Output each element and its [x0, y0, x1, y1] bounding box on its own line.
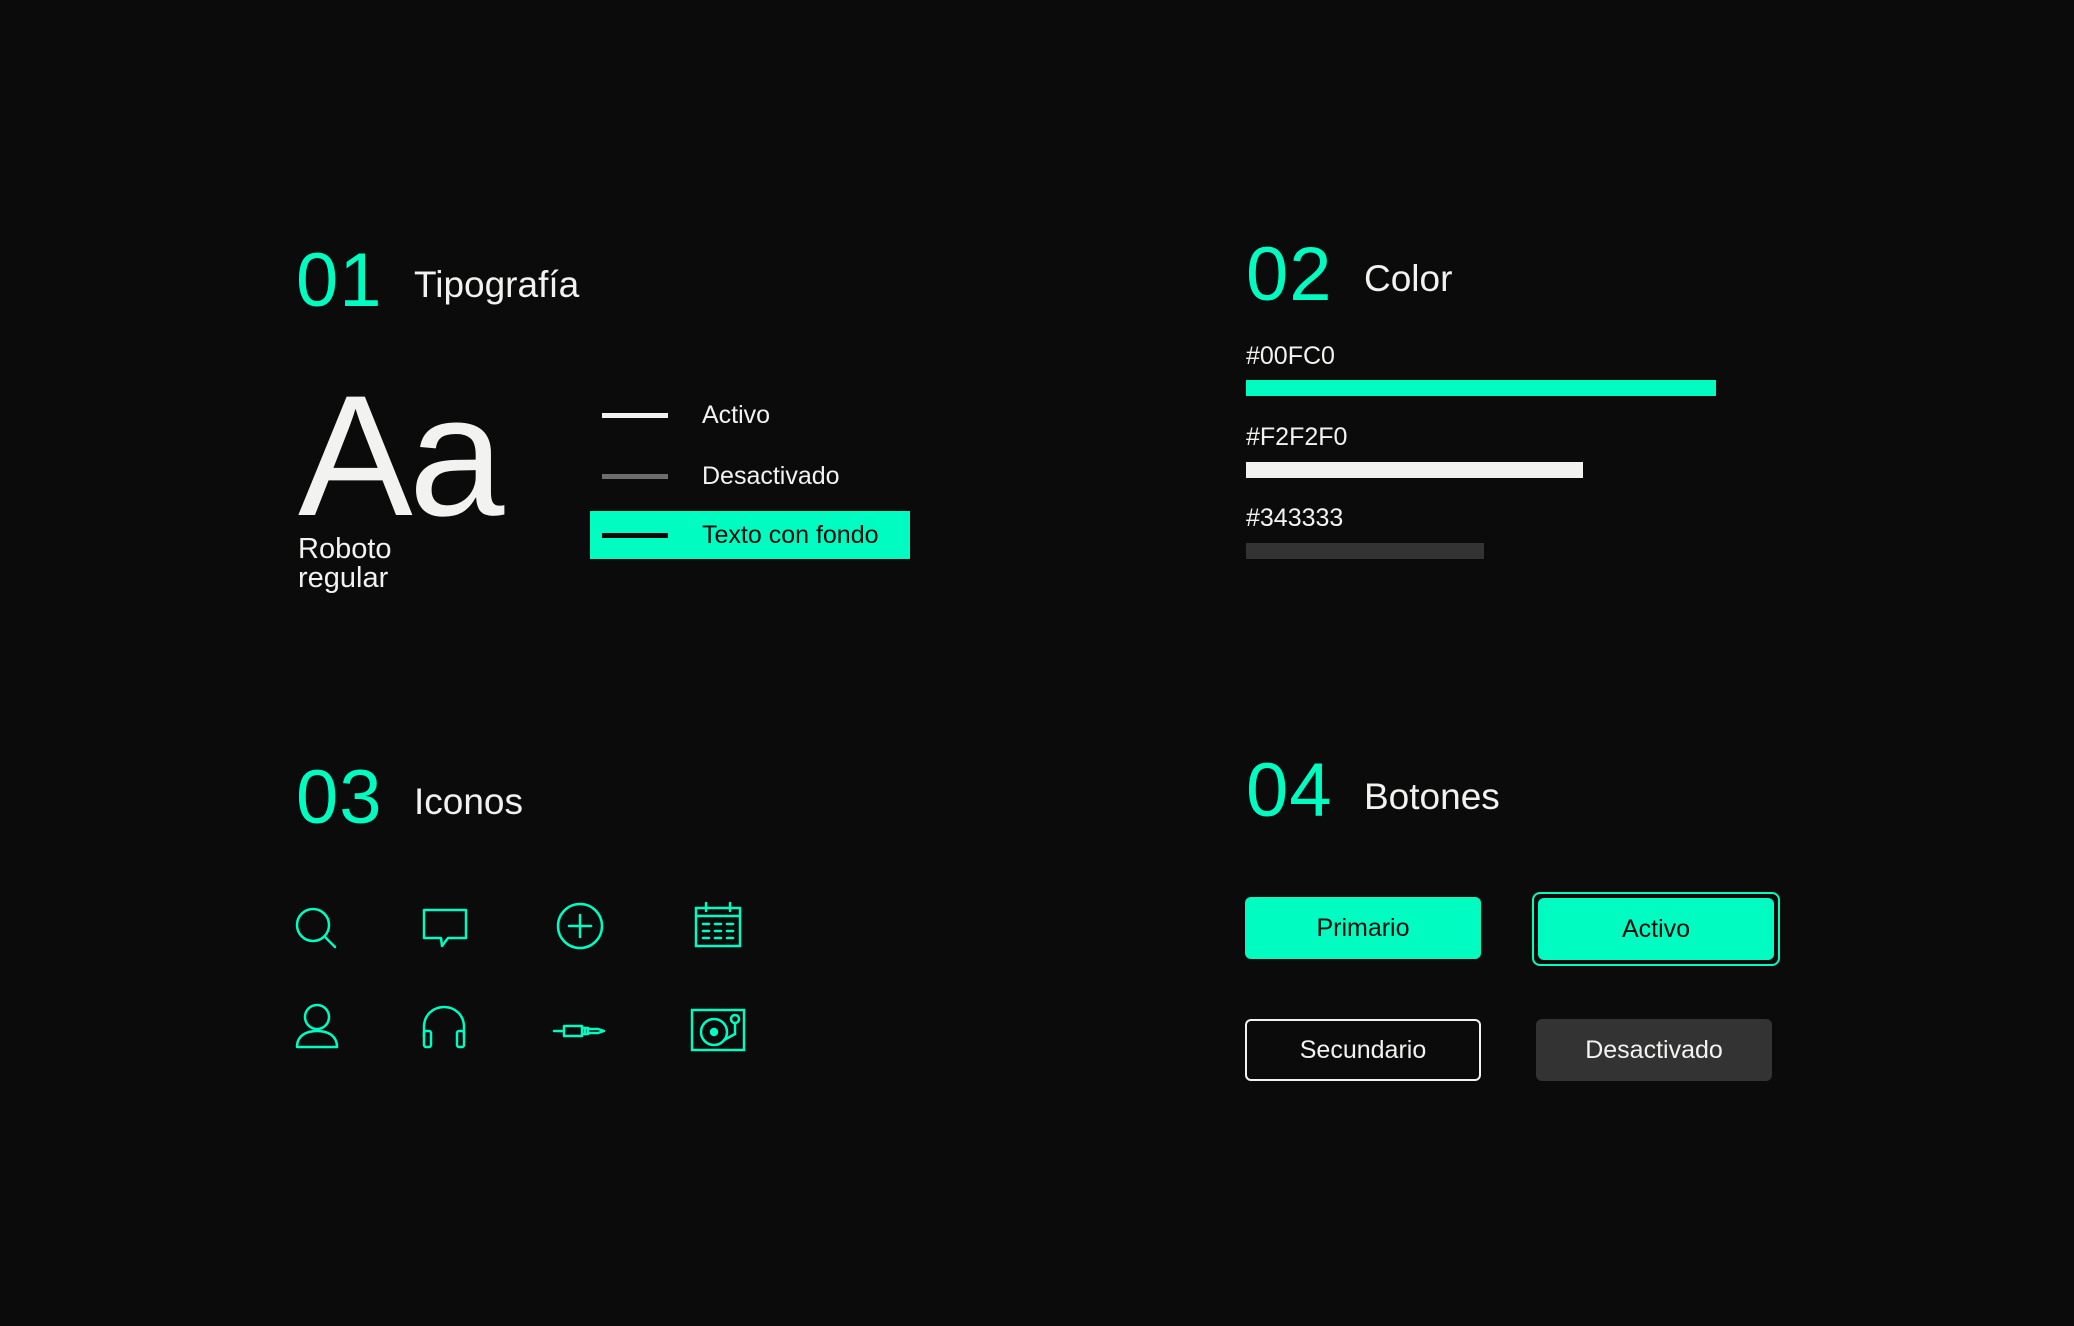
swatch-label: #343333	[1246, 504, 1344, 532]
text-state-background: Texto con fondo	[590, 511, 910, 559]
section-title: Iconos	[414, 781, 524, 822]
font-sample: Aa	[298, 360, 504, 552]
search-icon[interactable]	[287, 896, 347, 956]
state-label: Activo	[702, 401, 771, 429]
text-state-disabled: Desactivado	[590, 452, 910, 500]
swatch-light	[1246, 462, 1583, 478]
state-line	[602, 413, 668, 418]
section-title: Botones	[1364, 776, 1500, 817]
section-number: 02	[1246, 232, 1333, 317]
state-line	[602, 474, 668, 479]
swatch-label: #00FC0	[1246, 342, 1335, 370]
swatch-label: #F2F2F0	[1246, 423, 1348, 451]
primary-button[interactable]: Primario	[1245, 897, 1481, 959]
disabled-button[interactable]: Desactivado	[1536, 1019, 1772, 1081]
section-title: Tipografía	[414, 264, 580, 305]
chat-icon[interactable]	[414, 896, 474, 956]
secondary-button[interactable]: Secundario	[1245, 1019, 1481, 1081]
text-state-active: Activo	[590, 391, 910, 439]
section-number: 04	[1246, 748, 1333, 833]
state-label: Texto con fondo	[702, 521, 879, 549]
swatch-dark	[1246, 543, 1484, 559]
active-button-focus-ring: Activo	[1532, 892, 1780, 966]
section-number: 03	[296, 755, 383, 840]
section-number: 01	[296, 238, 383, 323]
add-circle-icon[interactable]	[550, 896, 610, 956]
user-icon[interactable]	[287, 997, 347, 1057]
active-button[interactable]: Activo	[1538, 898, 1774, 960]
state-line	[602, 533, 668, 538]
state-label: Desactivado	[702, 462, 840, 490]
audio-jack-icon[interactable]	[550, 997, 610, 1057]
turntable-icon[interactable]	[688, 1000, 748, 1060]
headphones-icon[interactable]	[414, 997, 474, 1057]
font-name: Roboto regular	[298, 533, 392, 594]
section-title: Color	[1364, 258, 1453, 299]
calendar-icon[interactable]	[688, 896, 748, 956]
swatch-accent	[1246, 380, 1716, 396]
